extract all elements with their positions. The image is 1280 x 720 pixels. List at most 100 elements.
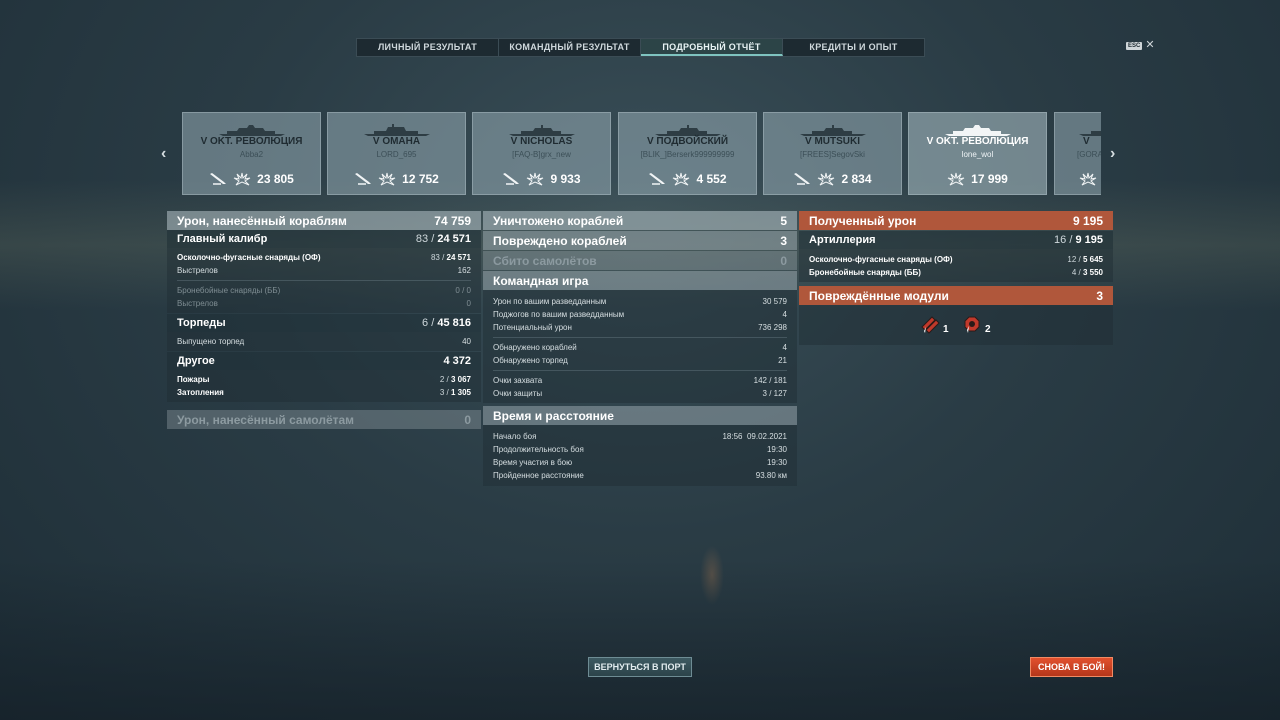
- module-engine: 2: [961, 313, 991, 335]
- received-he-hits: 12: [1067, 255, 1077, 264]
- plane-damage-label: Урон, нанесённый самолётам: [177, 412, 355, 427]
- team-play-panel: Уничтожено кораблей 5 Повреждено корабле…: [483, 211, 797, 486]
- floods-count: 3: [439, 388, 445, 397]
- damaged-modules-label: Повреждённые модули: [809, 288, 949, 303]
- ship-name: V: [1083, 136, 1090, 147]
- player-card[interactable]: V OMAHA LORD_695 12 752: [327, 112, 466, 195]
- capture-points-label: Очки захвата: [493, 376, 543, 385]
- ship-silhouette-icon: [800, 125, 866, 136]
- torpedoes-label: Торпеды: [177, 317, 226, 329]
- artillery-label: Артиллерия: [809, 234, 876, 246]
- spotted-ships-value: 4: [782, 343, 787, 352]
- damage-splash-icon: [378, 172, 396, 186]
- module-count: 1: [943, 324, 949, 335]
- damage-splash-icon: [233, 172, 251, 186]
- player-card[interactable]: V NICHOLAS [FAQ-B]grx_new 9 933: [472, 112, 611, 195]
- ship-damage-value: 74 759: [434, 213, 471, 228]
- tab-team-result[interactable]: КОМАНДНЫЙ РЕЗУЛЬТАТ: [499, 39, 641, 56]
- damage-splash-icon: [1079, 172, 1097, 186]
- tab-detailed-report[interactable]: ПОДРОБНЫЙ ОТЧЁТ: [641, 39, 783, 56]
- participation-time-value: 19:30: [766, 458, 787, 467]
- ship-name: V OMAHA: [372, 136, 421, 147]
- torpedoes-hits: 6: [422, 317, 429, 329]
- other-label: Другое: [177, 355, 215, 367]
- esc-key-hint: ESC: [1126, 41, 1143, 50]
- ap-shots-label: Выстрелов: [177, 299, 218, 308]
- received-ap-damage: 3 550: [1082, 268, 1103, 277]
- damaged-modules-value: 3: [1096, 288, 1103, 303]
- main-caliber-damage: 24 571: [437, 233, 471, 245]
- battle-start-value: 18:56 09.02.2021: [722, 432, 787, 441]
- artillery-damage: 9 195: [1075, 234, 1103, 246]
- capture-points-value: 142 / 181: [753, 376, 787, 385]
- he-label: Осколочно-фугасные снаряды (ОФ): [177, 253, 321, 262]
- player-card[interactable]: V ПОДВОЙСКИЙ [BLIK_]Berserk999999999 4 5…: [618, 112, 757, 195]
- defense-points-label: Очки защиты: [493, 389, 543, 398]
- he-shots-value: 162: [457, 266, 471, 275]
- damaged-label: Повреждено кораблей: [493, 233, 627, 248]
- torpedoes-damage: 45 816: [437, 317, 471, 329]
- player-name: LORD_695: [376, 150, 417, 159]
- damage-dealt-panel: Урон, нанесённый кораблям 74 759 Главный…: [167, 211, 481, 429]
- close-icon[interactable]: ✕: [1145, 40, 1154, 51]
- planes-shot-value: 0: [780, 253, 787, 268]
- player-card[interactable]: V [GORA: [1054, 112, 1101, 195]
- ship-name: V NICHOLAS: [510, 136, 573, 147]
- damage-value: 12 752: [402, 172, 439, 186]
- planes-shot-label: Сбито самолётов: [493, 253, 597, 268]
- plane-damage-value: 0: [464, 412, 471, 427]
- spot-damage-value: 30 579: [762, 297, 787, 306]
- spotted-torpedoes-label: Обнаружено торпед: [493, 356, 568, 365]
- player-card[interactable]: V MUTSUKI [FREES]SegovSki 2 834: [763, 112, 902, 195]
- ship-damage-label: Урон, нанесённый кораблям: [177, 213, 347, 228]
- torpedo-icon: [649, 173, 666, 185]
- fires-count: 2: [439, 375, 445, 384]
- return-to-port-button[interactable]: ВЕРНУТЬСЯ В ПОРТ: [588, 657, 692, 677]
- received-damage-label: Полученный урон: [809, 213, 917, 228]
- torpedoes-fired-value: 40: [462, 337, 471, 346]
- damage-value: 23 805: [257, 172, 294, 186]
- player-name: lone_wol: [961, 150, 994, 159]
- player-name: [FREES]SegovSki: [800, 150, 865, 159]
- spot-fires-value: 4: [782, 310, 787, 319]
- background-water: [0, 560, 1280, 720]
- tab-credits-xp[interactable]: КРЕДИТЫ И ОПЫТ: [783, 39, 924, 56]
- main-caliber-label: Главный калибр: [177, 233, 268, 245]
- torpedo-tubes-module-icon: [921, 316, 940, 334]
- spot-damage-label: Урон по вашим разведданным: [493, 297, 607, 306]
- destroyed-label: Уничтожено кораблей: [493, 213, 624, 228]
- torpedo-icon: [503, 173, 520, 185]
- time-distance-title: Время и расстояние: [493, 408, 614, 423]
- potential-damage-label: Потенциальный урон: [493, 323, 572, 332]
- player-name: [FAQ-B]grx_new: [512, 150, 571, 159]
- damage-value: 9 933: [550, 172, 581, 186]
- ship-silhouette-icon: [945, 125, 1011, 136]
- player-name: Abba2: [239, 150, 264, 159]
- tab-personal-result[interactable]: ЛИЧНЫЙ РЕЗУЛЬТАТ: [357, 39, 499, 56]
- damaged-value: 3: [780, 233, 787, 248]
- damage-value: 17 999: [971, 172, 1008, 186]
- artillery-hits: 16: [1054, 234, 1067, 246]
- player-card-selected[interactable]: V OKT. РЕВОЛЮЦИЯ lone_wol 17 999: [908, 112, 1047, 195]
- torpedo-icon: [210, 173, 227, 185]
- carousel-next-button[interactable]: ›: [1110, 145, 1115, 163]
- distance-label: Пройденное расстояние: [493, 471, 584, 480]
- damage-splash-icon: [673, 172, 690, 186]
- received-ap-hits: 4: [1071, 268, 1077, 277]
- torpedoes-fired-label: Выпущено торпед: [177, 337, 245, 346]
- battle-start-label: Начало боя: [493, 432, 537, 441]
- battle-again-button[interactable]: СНОВА В БОЙ!: [1030, 657, 1113, 677]
- ship-name: V OKT. РЕВОЛЮЦИЯ: [926, 136, 1029, 147]
- player-card[interactable]: V OKT. РЕВОЛЮЦИЯ Abba2 23 805: [182, 112, 321, 195]
- player-carousel: V OKT. РЕВОЛЮЦИЯ Abba2 23 805 V OMAHA LO…: [182, 112, 1101, 195]
- received-ap-label: Бронебойные снаряды (ББ): [809, 268, 921, 277]
- carousel-prev-button[interactable]: ‹: [161, 145, 166, 163]
- he-shots-label: Выстрелов: [177, 266, 218, 275]
- spot-fires-label: Поджогов по вашим разведданным: [493, 310, 625, 319]
- he-hits: 83: [430, 253, 440, 262]
- close-button[interactable]: ESC ✕: [1126, 40, 1155, 51]
- damage-value: 2 834: [841, 172, 872, 186]
- potential-damage-value: 736 298: [758, 323, 787, 332]
- main-caliber-hits: 83: [415, 233, 429, 245]
- ship-silhouette-icon: [1079, 131, 1101, 136]
